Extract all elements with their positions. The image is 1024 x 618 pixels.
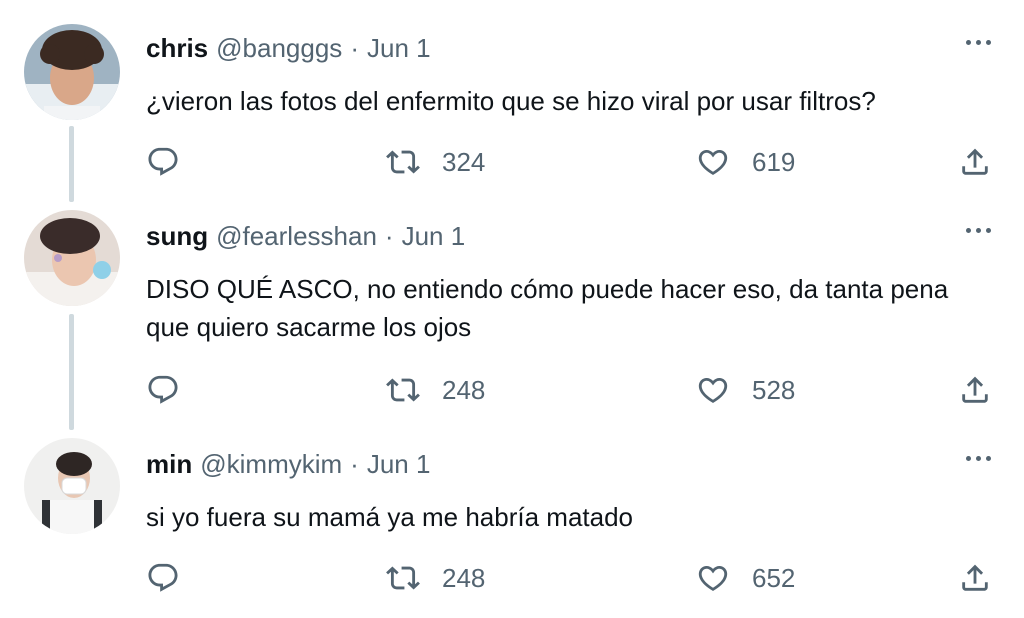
retweet-icon [386, 150, 420, 174]
tweet-text: DISO QUÉ ASCO, no entiendo cómo puede ha… [146, 274, 949, 342]
share-button[interactable] [958, 556, 992, 600]
avatar[interactable] [24, 438, 120, 534]
retweet-count: 324 [442, 146, 486, 177]
display-name[interactable]: sung [146, 216, 208, 256]
display-name[interactable]: min [146, 444, 192, 484]
retweet-icon [386, 566, 420, 590]
tweet-text: si yo fuera su mamá ya me habría matado [146, 502, 634, 532]
separator-dot: · [350, 33, 359, 63]
like-count: 652 [752, 562, 796, 593]
share-button[interactable] [958, 368, 992, 412]
separator-dot: · [384, 221, 394, 251]
like-button[interactable]: 619 [696, 140, 795, 184]
display-name[interactable]: chris [146, 28, 208, 68]
retweet-count: 248 [442, 562, 486, 593]
avatar[interactable] [24, 24, 120, 120]
retweet-icon [386, 378, 420, 402]
like-button[interactable]: 652 [696, 556, 795, 600]
reply-icon [148, 375, 178, 404]
heart-icon [698, 149, 728, 175]
more-icon[interactable] [958, 446, 998, 470]
heart-icon [698, 565, 728, 591]
tweet-thread: chris @bangggs · Jun 1 ¿vieron las fotos… [0, 0, 1024, 618]
tweet[interactable]: min @kimmykim · Jun 1 si yo fuera su mam… [0, 416, 1024, 618]
reply-button[interactable] [146, 556, 180, 600]
retweet-count: 248 [442, 374, 486, 405]
reply-icon [148, 147, 178, 176]
share-icon [962, 564, 988, 591]
tweet-actions: 324 619 [0, 140, 1024, 184]
share-icon [962, 148, 988, 175]
like-button[interactable]: 528 [696, 368, 795, 412]
tweet[interactable]: chris @bangggs · Jun 1 ¿vieron las fotos… [0, 0, 1024, 200]
more-icon[interactable] [958, 218, 998, 242]
like-count: 619 [752, 146, 796, 177]
tweet-date[interactable]: Jun 1 [402, 216, 466, 256]
reply-icon [148, 563, 178, 592]
separator-dot: · [350, 449, 359, 479]
tweet-actions: 248 528 [0, 368, 1024, 412]
retweet-button[interactable]: 324 [386, 140, 485, 184]
share-icon [962, 376, 988, 403]
reply-button[interactable] [146, 368, 180, 412]
retweet-button[interactable]: 248 [386, 368, 485, 412]
like-count: 528 [752, 374, 796, 405]
user-handle[interactable]: @kimmykim [200, 444, 342, 484]
heart-icon [698, 377, 728, 403]
more-icon[interactable] [958, 30, 998, 54]
user-handle[interactable]: @bangggs [216, 28, 342, 68]
tweet-date[interactable]: Jun 1 [367, 28, 431, 68]
tweet[interactable]: sung @fearlesshan · Jun 1 DISO QUÉ ASCO,… [0, 188, 1024, 428]
reply-button[interactable] [146, 140, 180, 184]
user-handle[interactable]: @fearlesshan [216, 216, 377, 256]
tweet-date[interactable]: Jun 1 [367, 444, 431, 484]
tweet-text: ¿vieron las fotos del enfermito que se h… [146, 86, 876, 116]
avatar[interactable] [24, 210, 120, 306]
share-button[interactable] [958, 140, 992, 184]
retweet-button[interactable]: 248 [386, 556, 485, 600]
tweet-actions: 248 652 [0, 556, 1024, 600]
